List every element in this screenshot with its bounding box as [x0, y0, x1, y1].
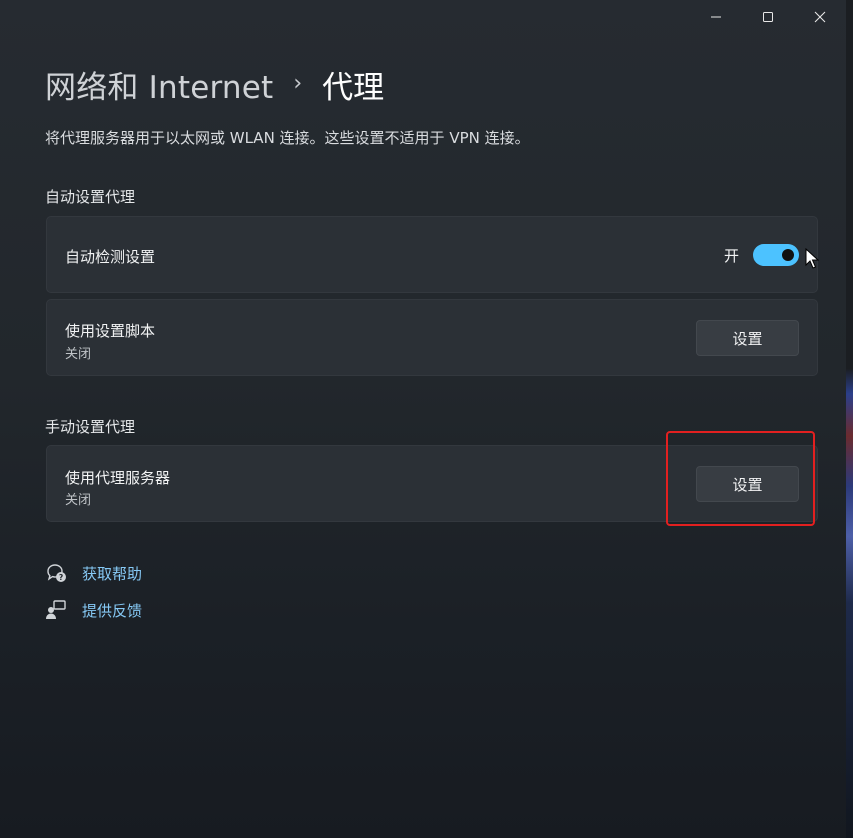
auto-detect-label: 自动检测设置	[65, 248, 156, 266]
auto-section-title: 自动设置代理	[45, 188, 136, 206]
title-bar-controls	[690, 0, 846, 34]
manual-section-title: 手动设置代理	[45, 418, 136, 436]
close-icon	[814, 11, 826, 23]
setup-script-card: 使用设置脚本 关闭 设置	[46, 299, 818, 376]
mouse-cursor-icon	[805, 247, 820, 274]
get-help-link[interactable]: ? 获取帮助	[45, 562, 142, 584]
desktop-background-edge	[846, 0, 853, 838]
toggle-state-label: 开	[723, 247, 739, 265]
red-highlight-box	[666, 431, 815, 526]
minimize-button[interactable]	[690, 0, 742, 34]
maximize-icon	[763, 12, 773, 22]
page-description: 将代理服务器用于以太网或 WLAN 连接。这些设置不适用于 VPN 连接。	[45, 129, 530, 147]
minimize-icon	[711, 16, 721, 18]
chevron-right-icon: ›	[293, 71, 303, 96]
close-button[interactable]	[794, 0, 846, 34]
breadcrumb: 网络和 Internet › 代理	[45, 62, 384, 107]
setup-script-button[interactable]: 设置	[696, 320, 799, 356]
help-icon: ?	[45, 562, 67, 584]
page-title: 代理	[322, 70, 385, 106]
give-feedback-link[interactable]: 提供反馈	[45, 599, 142, 621]
proxy-server-label: 使用代理服务器	[65, 469, 171, 487]
auto-detect-card: 自动检测设置 开	[46, 216, 818, 293]
auto-detect-toggle[interactable]	[753, 244, 799, 266]
feedback-icon	[45, 599, 67, 621]
settings-window: 网络和 Internet › 代理 将代理服务器用于以太网或 WLAN 连接。这…	[0, 0, 847, 838]
get-help-text[interactable]: 获取帮助	[82, 563, 142, 584]
give-feedback-text[interactable]: 提供反馈	[82, 600, 142, 621]
maximize-button[interactable]	[742, 0, 794, 34]
toggle-knob	[782, 249, 794, 261]
setup-script-label: 使用设置脚本	[65, 322, 156, 340]
breadcrumb-root[interactable]: 网络和 Internet	[45, 62, 273, 107]
setup-script-status: 关闭	[65, 347, 92, 362]
svg-text:?: ?	[59, 573, 63, 582]
proxy-server-status: 关闭	[65, 493, 92, 508]
